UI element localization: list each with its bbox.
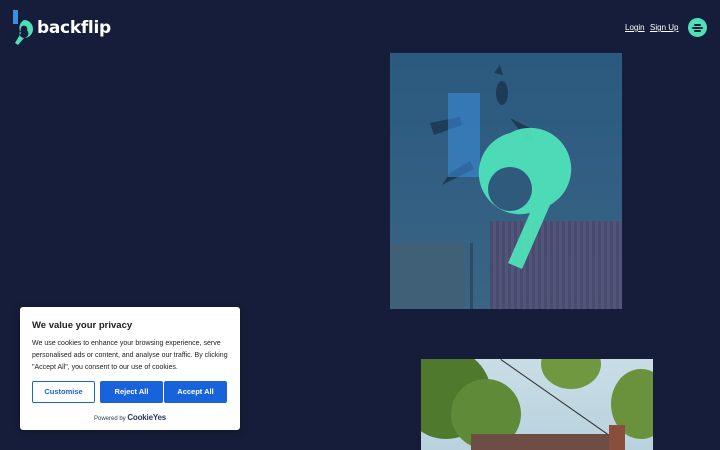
cookie-description: We use cookies to enhance your browsing … — [32, 340, 228, 371]
brand-name[interactable]: backflip — [37, 18, 111, 38]
accept-all-button[interactable]: Accept All — [164, 381, 227, 403]
hero-image-backflip — [390, 53, 622, 309]
reject-all-button[interactable]: Reject All — [100, 381, 163, 403]
backflip-logo-icon — [13, 10, 33, 45]
cookie-title: We value your privacy — [32, 320, 133, 331]
hero-image-house — [421, 359, 653, 450]
customise-button[interactable]: Customise — [32, 381, 95, 403]
hamburger-menu-icon[interactable] — [688, 18, 707, 37]
cookieyes-logo[interactable]: CookieYes — [127, 413, 166, 422]
brand-logo[interactable] — [12, 10, 36, 46]
powered-by: Powered by CookieYes — [20, 413, 240, 422]
powered-by-text: Powered by — [93, 416, 126, 422]
login-link[interactable]: Login — [625, 23, 645, 33]
cookie-consent-banner: We value your privacy We use cookies to … — [20, 307, 240, 430]
signup-link[interactable]: Sign Up — [650, 23, 678, 33]
